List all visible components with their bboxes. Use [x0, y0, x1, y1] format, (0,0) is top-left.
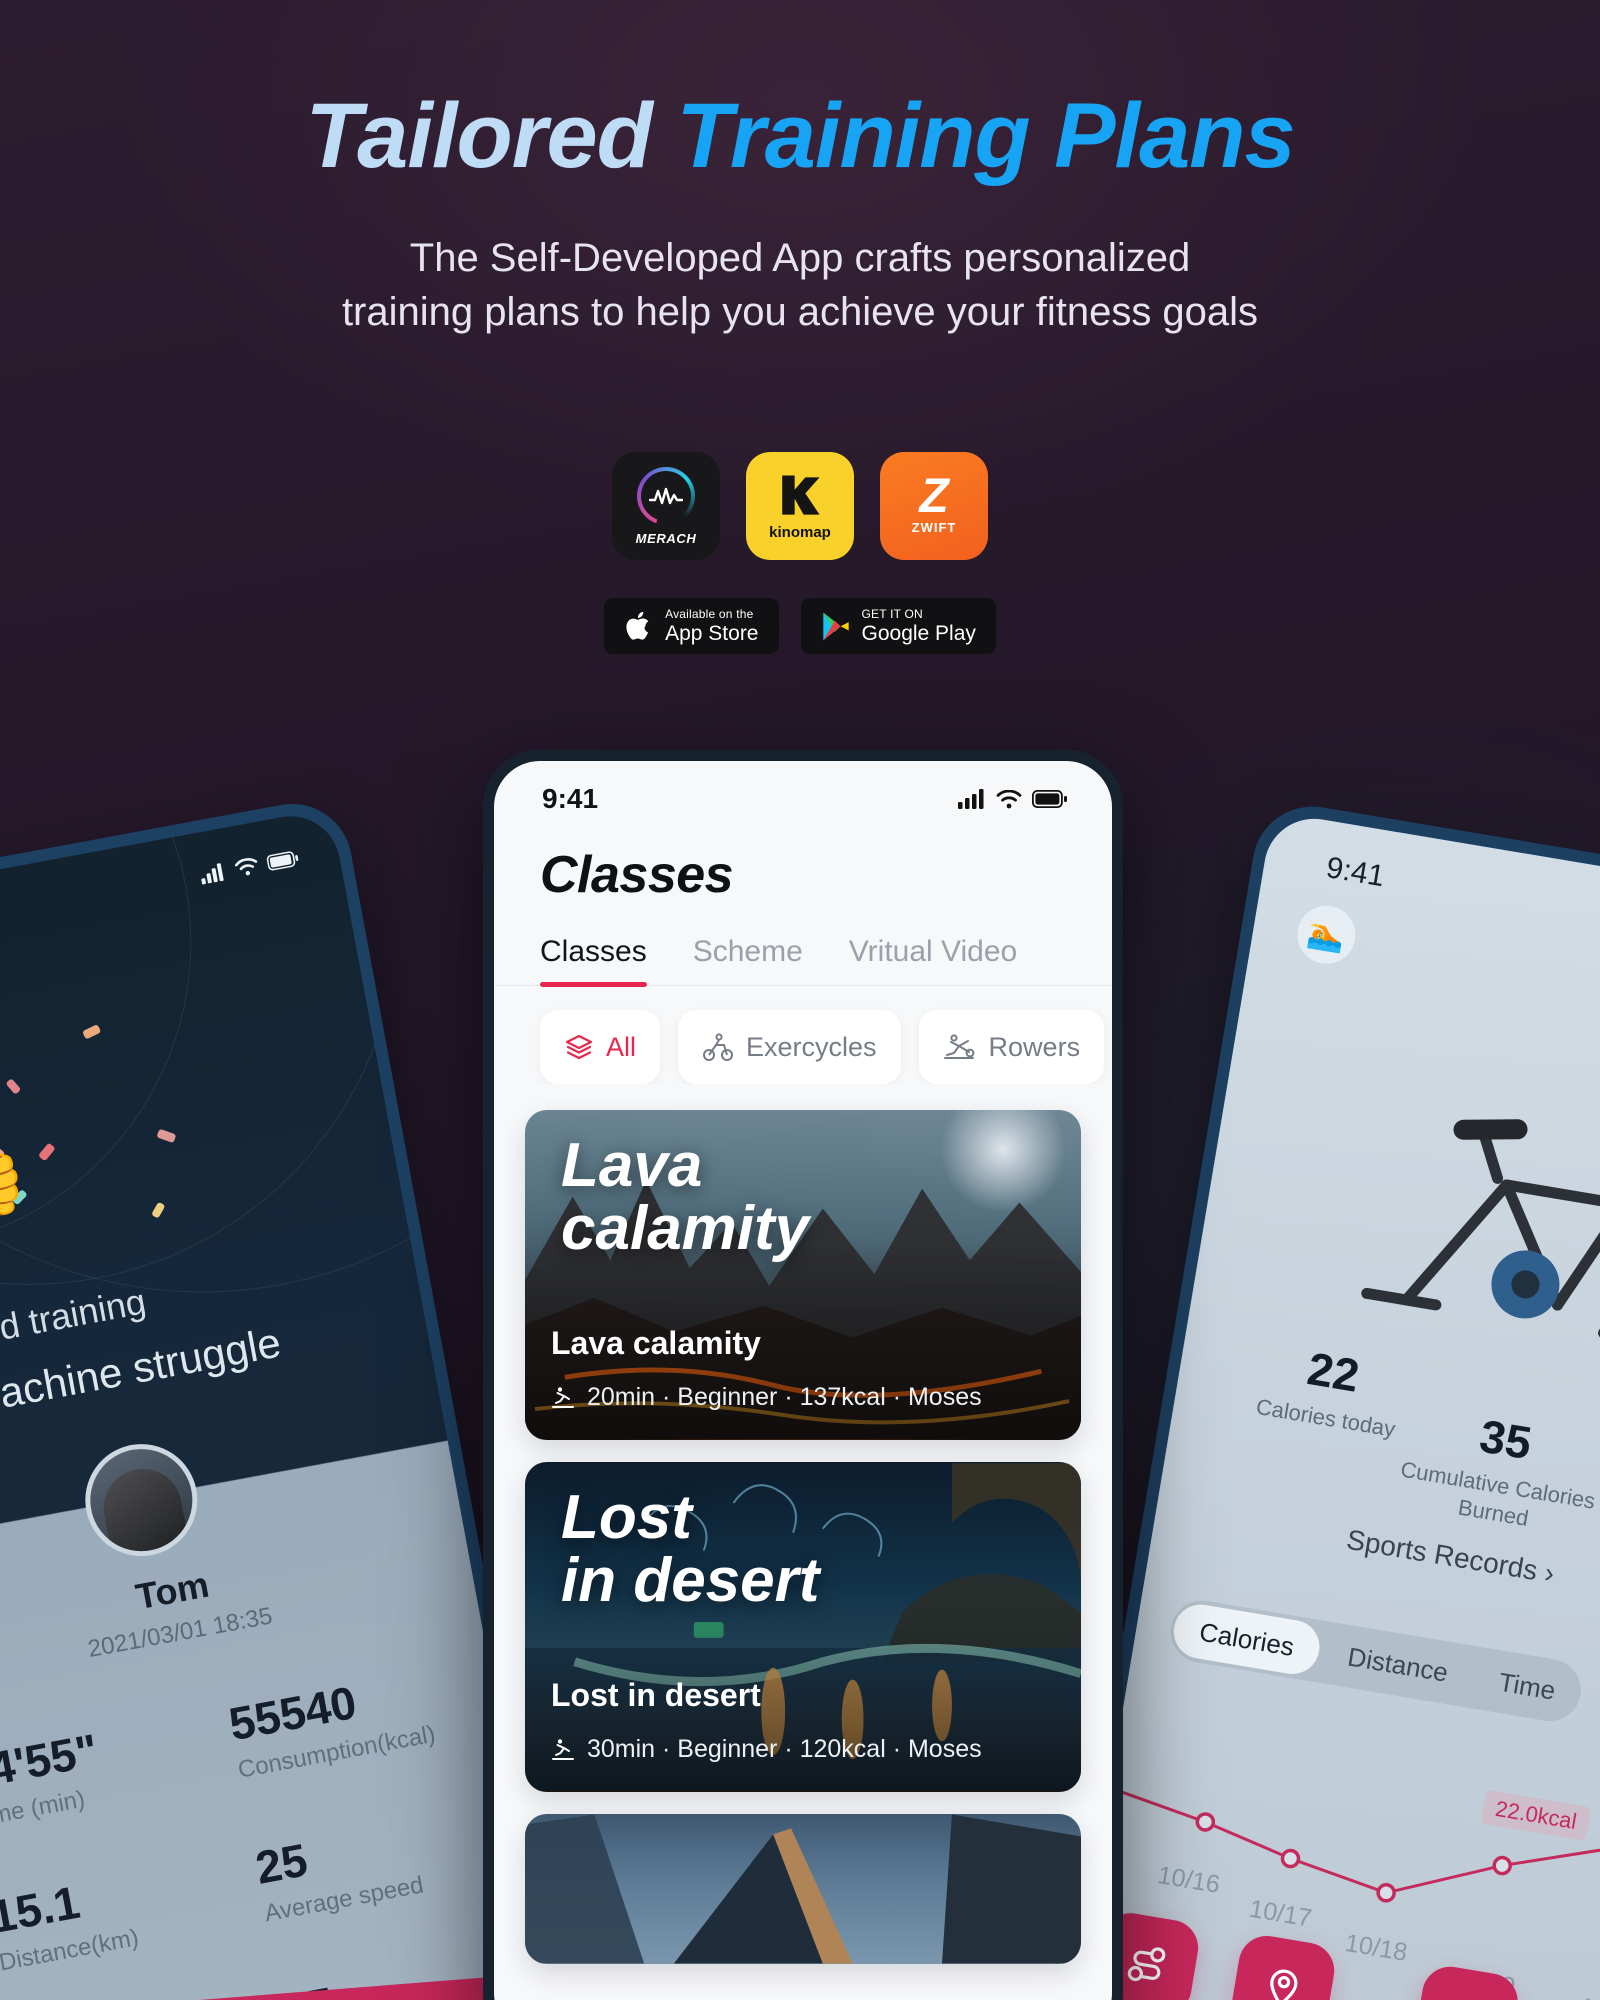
phone-left-screen: 👍 Finished training owing machine strugg…: [0, 808, 556, 2000]
tab-virtual-video[interactable]: Vritual Video: [849, 935, 1017, 985]
app-store-top-label: Available on the: [665, 607, 754, 621]
stat-item: 15.1 Distance(km): [0, 1849, 248, 1977]
section-tabs: Classes Scheme Vritual Video: [494, 905, 1112, 987]
app-badge-merach[interactable]: MERACH: [612, 452, 720, 560]
zwift-logo-icon: Z: [919, 469, 949, 523]
phone-right-screen: 9:41 🏊 MERACH: [1069, 811, 1600, 2000]
pulse-wave-icon: [649, 487, 683, 504]
class-card-title: Lost in desert: [551, 1677, 761, 1713]
class-card[interactable]: Lost in desert Lost in desert 30min · Be…: [525, 1462, 1081, 1792]
chip-label: All: [606, 1031, 637, 1062]
title-part-2: Training Plans: [676, 85, 1295, 187]
app-badge-label: MERACH: [635, 530, 697, 546]
rowing-icon: [552, 1738, 574, 1760]
tab-time[interactable]: Time: [1471, 1662, 1583, 1711]
merach-logo-icon: [637, 467, 695, 525]
stat-item: 24'55" Time (min): [0, 1706, 221, 1834]
class-card-meta: 20min · Beginner · 137kcal · Moses: [551, 1383, 982, 1412]
tab-scheme[interactable]: Scheme: [693, 935, 803, 985]
sports-records-label: Sports Records: [1344, 1523, 1540, 1587]
app-badge-label: kinomap: [769, 523, 831, 541]
partner-app-icons: MERACH kinomap Z ZWIFT: [0, 452, 1600, 560]
status-time: 9:41: [542, 783, 599, 814]
hero-section: Tailored Training Plans The Self-Develop…: [0, 0, 1600, 339]
app-badge-kinomap[interactable]: kinomap: [746, 452, 854, 560]
layers-icon: [565, 1034, 593, 1060]
page-title: Tailored Training Plans: [0, 88, 1600, 185]
chip-label: Rowers: [988, 1031, 1081, 1062]
exercycle-icon: [703, 1033, 734, 1061]
tab-classes[interactable]: Classes: [540, 935, 647, 987]
class-card-meta-text: 30min · Beginner · 120kcal · Moses: [587, 1735, 982, 1763]
cellular-signal-icon: [958, 789, 984, 809]
wifi-icon: [996, 789, 1022, 808]
subtitle-line-2: training plans to help you achieve your …: [341, 289, 1259, 334]
class-card-hero-text: Lost in desert: [561, 1483, 1053, 1616]
chevron-right-icon: ›: [1542, 1556, 1557, 1589]
class-card-hero-line1: Lost: [561, 1483, 692, 1552]
app-store-bottom-label: App Store: [665, 622, 759, 645]
rower-icon: [943, 1034, 974, 1059]
phone-right-mockup: 9:41 🏊 MERACH: [1055, 797, 1600, 2000]
rowing-icon: [552, 1386, 574, 1408]
mountain-peaks-shape: [525, 1814, 1081, 1964]
class-card-hero-line1: Lava: [561, 1131, 703, 1200]
class-card[interactable]: [525, 1814, 1081, 1964]
title-part-1: Tailored: [305, 85, 652, 187]
status-bar: 9:41: [494, 761, 1112, 827]
exercise-bike-image: [1361, 1119, 1600, 1351]
subtitle-line-1: The Self-Developed App crafts personaliz…: [409, 235, 1191, 280]
avatar[interactable]: 🏊: [1293, 901, 1360, 969]
avatar: [76, 1434, 207, 1566]
status-time: 9:41: [1323, 851, 1387, 894]
app-badge-label: ZWIFT: [911, 520, 957, 536]
class-card-hero-line2: in desert: [561, 1546, 820, 1616]
stat-item: 55540 Consumption(kcal): [225, 1657, 487, 1785]
class-card-meta-text: 20min · Beginner · 137kcal · Moses: [587, 1383, 982, 1411]
google-play-bottom-label: Google Play: [861, 622, 976, 645]
equipment-filter-chips[interactable]: All Exercycles Rowers: [494, 986, 1112, 1084]
chip-rowers[interactable]: Rowers: [918, 1010, 1105, 1084]
class-card-image: [525, 1814, 1081, 1964]
google-play-icon: [822, 612, 849, 640]
chip-all[interactable]: All: [540, 1010, 661, 1084]
classes-screen: 9:41 Classes Classes Scheme Vritual Vide…: [494, 761, 1112, 2000]
stat-item: 25 Average speed: [252, 1800, 513, 1928]
phone-center-mockup: 9:41 Classes Classes Scheme Vritual Vide…: [483, 750, 1123, 2000]
apple-icon: [626, 611, 649, 640]
app-store-button[interactable]: Available on the App Store: [604, 598, 779, 654]
google-play-top-label: GET IT ON: [861, 607, 923, 621]
tab-distance[interactable]: Distance: [1320, 1637, 1476, 1693]
status-icons: [958, 789, 1068, 809]
class-card-list: Lava calamity Lava calamity 20min · Begi…: [494, 1084, 1112, 1964]
promo-stage: Tailored Training Plans The Self-Develop…: [0, 0, 1600, 2000]
workout-stats-grid: 24'55" Time (min) 55540 Consumption(kcal…: [0, 1657, 540, 2000]
app-badge-zwift[interactable]: Z ZWIFT: [880, 452, 988, 560]
chart-x-tick: 10/16: [1156, 1861, 1222, 1899]
store-badges: Available on the App Store GET IT ON Goo…: [0, 598, 1600, 654]
kinomap-logo-icon: [782, 475, 820, 515]
class-card-hero-text: Lava calamity: [561, 1131, 1053, 1264]
class-card-hero-line2: calamity: [561, 1194, 810, 1264]
class-card[interactable]: Lava calamity Lava calamity 20min · Begi…: [525, 1110, 1081, 1440]
chip-exercycles[interactable]: Exercycles: [678, 1010, 901, 1084]
chip-label: Exercycles: [746, 1031, 877, 1062]
class-card-meta: 30min · Beginner · 120kcal · Moses: [551, 1735, 982, 1764]
page-title: Classes: [540, 846, 734, 904]
avatar-face: [97, 1462, 191, 1564]
tab-calories[interactable]: Calories: [1169, 1600, 1324, 1679]
stat-item: 35 Cumulative Calories Burned: [1378, 1398, 1600, 1545]
chart-x-tick: 10/17: [1247, 1895, 1313, 1933]
class-card-title: Lava calamity: [551, 1325, 761, 1361]
hero-subtitle: The Self-Developed App crafts personaliz…: [0, 231, 1600, 339]
google-play-button[interactable]: GET IT ON Google Play: [800, 598, 996, 654]
battery-icon: [1032, 790, 1067, 808]
